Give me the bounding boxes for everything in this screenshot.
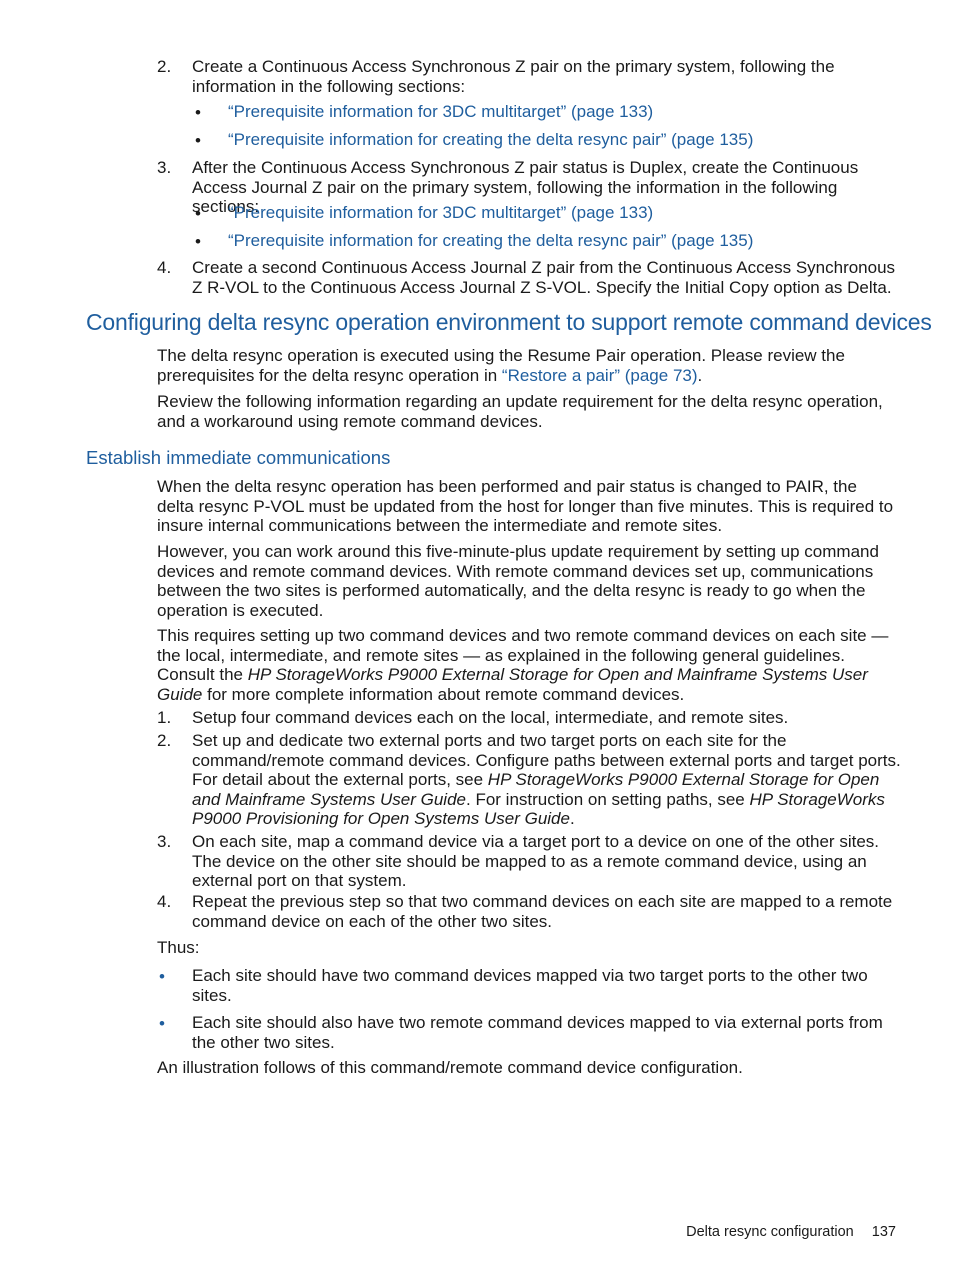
bullet-text: Each site should have two command device… bbox=[192, 966, 868, 1005]
subsection-paragraph: This requires setting up two command dev… bbox=[157, 626, 889, 704]
bullet-icon: • bbox=[195, 103, 201, 122]
list-number: 2. bbox=[157, 731, 172, 750]
list-item-text: Create a Continuous Access Synchronous Z… bbox=[192, 57, 835, 96]
bullet-icon: • bbox=[159, 1014, 165, 1033]
list-number: 4. bbox=[157, 258, 172, 277]
list-item-text: Set up and dedicate two external ports a… bbox=[192, 731, 901, 828]
footer-section-title: Delta resync configuration bbox=[686, 1224, 854, 1240]
list-number: 2. bbox=[157, 57, 172, 76]
section-heading: Configuring delta resync operation envir… bbox=[86, 309, 932, 335]
list-item-text: Repeat the previous step so that two com… bbox=[192, 892, 893, 931]
list-number: 3. bbox=[157, 832, 172, 851]
section-paragraph: Review the following information regardi… bbox=[157, 392, 883, 431]
closing-paragraph: An illustration follows of this command/… bbox=[157, 1058, 743, 1077]
subsection-heading: Establish immediate communications bbox=[86, 447, 391, 468]
list-item-text: Create a second Continuous Access Journa… bbox=[192, 258, 896, 297]
bullet-icon: • bbox=[195, 232, 201, 251]
bullet-icon: • bbox=[195, 204, 201, 223]
list-number: 3. bbox=[157, 158, 172, 177]
list-number: 1. bbox=[157, 708, 172, 727]
bullet-icon: • bbox=[195, 131, 201, 150]
cross-reference-link[interactable]: “Prerequisite information for 3DC multit… bbox=[228, 203, 653, 223]
list-item-text: Setup four command devices each on the l… bbox=[192, 708, 789, 727]
subsection-paragraph: When the delta resync operation has been… bbox=[157, 477, 894, 535]
cross-reference-link[interactable]: “Prerequisite information for 3DC multit… bbox=[228, 102, 653, 122]
cross-reference-link[interactable]: “Prerequisite information for creating t… bbox=[228, 130, 753, 150]
page-footer: Delta resync configuration 137 bbox=[686, 1223, 896, 1243]
thus-label: Thus: bbox=[157, 938, 200, 957]
subsection-paragraph: However, you can work around this five-m… bbox=[157, 542, 879, 620]
page-number: 137 bbox=[871, 1224, 896, 1240]
bullet-text: Each site should also have two remote co… bbox=[192, 1013, 883, 1052]
list-number: 4. bbox=[157, 892, 172, 911]
list-item-text: On each site, map a command device via a… bbox=[192, 832, 879, 890]
cross-reference-link[interactable]: “Prerequisite information for creating t… bbox=[228, 231, 753, 251]
bullet-icon: • bbox=[159, 967, 165, 986]
section-paragraph: The delta resync operation is executed u… bbox=[157, 346, 845, 385]
restore-pair-link[interactable]: “Restore a pair” (page 73) bbox=[502, 366, 698, 385]
